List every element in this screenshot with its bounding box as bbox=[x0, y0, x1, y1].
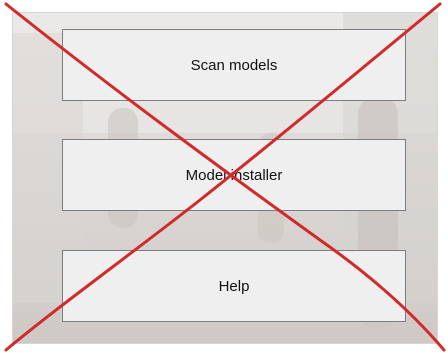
help-button[interactable]: Help bbox=[62, 250, 406, 322]
scan-models-button[interactable]: Scan models bbox=[62, 29, 406, 101]
model-installer-button[interactable]: Model installer bbox=[62, 139, 406, 211]
app-window: Scan models Model installer Help bbox=[0, 0, 448, 353]
